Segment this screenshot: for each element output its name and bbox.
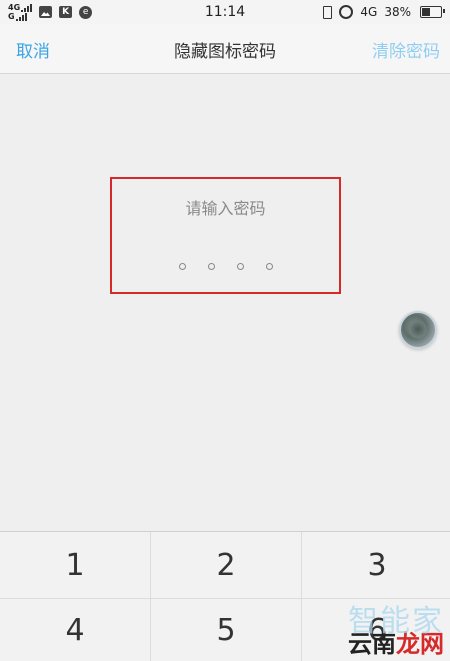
battery-icon [420, 6, 445, 18]
network-type-bottom: G [8, 12, 15, 21]
battery-percent: 38% [384, 5, 411, 19]
network-type-right: 4G [360, 5, 378, 19]
signal-indicator: 4G G [8, 3, 33, 21]
status-bar-right: 4G 38% [323, 5, 445, 19]
key-2[interactable]: 2 [151, 532, 301, 598]
password-entry-box[interactable]: 请输入密码 [110, 177, 341, 294]
screen: 4G G K e 11:14 4G 38% 取消 隐藏图标密码 清除密码 请输入… [0, 0, 450, 661]
title-bar: 取消 隐藏图标密码 清除密码 [0, 24, 450, 74]
key-4[interactable]: 4 [0, 599, 150, 661]
signal-bars-icon [21, 3, 33, 12]
floating-ball-center [409, 321, 427, 339]
alarm-icon [339, 5, 354, 19]
key-1[interactable]: 1 [0, 532, 150, 598]
password-dot [207, 263, 215, 270]
key-5[interactable]: 5 [151, 599, 301, 661]
vibrate-icon [323, 5, 333, 19]
signal-bars-icon [15, 12, 27, 21]
status-time: 11:14 [204, 4, 246, 20]
watermark: 智能家 云南龙网 [348, 604, 444, 658]
image-icon [39, 6, 53, 18]
password-dot [265, 263, 273, 270]
status-bar: 4G G K e 11:14 4G 38% [0, 0, 450, 24]
password-dot [178, 263, 186, 270]
network-type-top: 4G [8, 3, 21, 12]
password-dot [236, 263, 244, 270]
key-3[interactable]: 3 [302, 532, 450, 598]
clear-password-button[interactable]: 清除密码 [372, 37, 440, 62]
k-app-icon: K [59, 6, 73, 18]
password-prompt: 请输入密码 [185, 199, 266, 218]
watermark-top: 智能家 [348, 604, 444, 639]
refresh-icon: e [79, 5, 93, 19]
floating-ball-icon[interactable] [399, 311, 437, 349]
status-bar-left: 4G G K e [8, 3, 93, 21]
password-dots [112, 263, 339, 270]
